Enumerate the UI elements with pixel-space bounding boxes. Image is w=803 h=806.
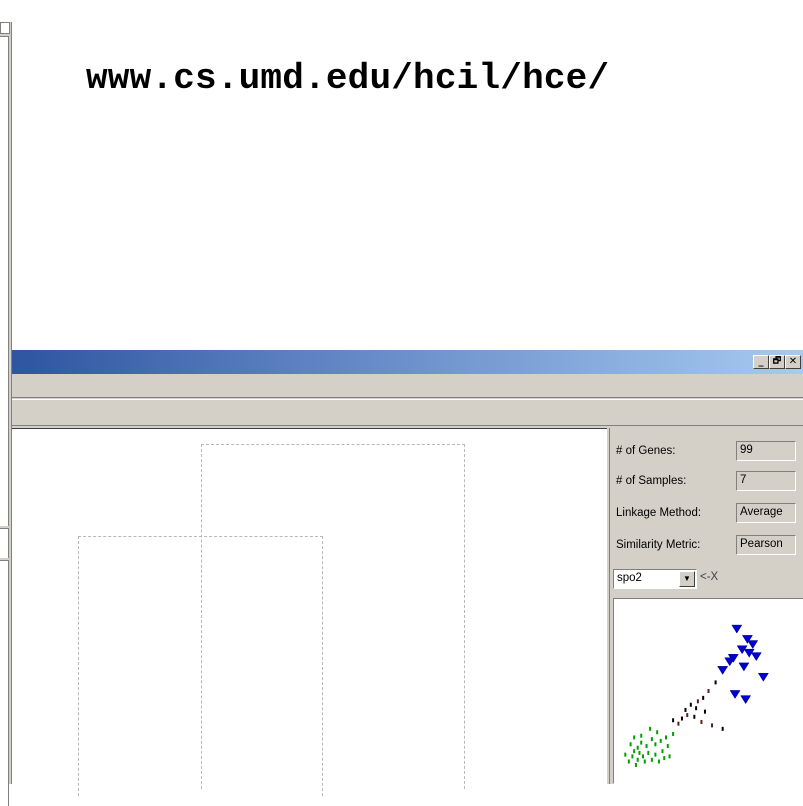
background-pane-divider [0,528,9,558]
scatter-point-green-28[interactable] [633,735,636,740]
scatter-point-dark-15[interactable] [700,719,703,724]
scatter-point-dark-3[interactable] [696,699,699,704]
scatter-point-green-27[interactable] [638,750,641,755]
series-select-value: spo2 [617,572,642,584]
samples-label: # of Samples: [616,475,687,487]
similarity-value: Pearson [736,535,796,555]
scatter-point-green-19[interactable] [629,742,632,747]
scatter-point-dark-13[interactable] [721,726,724,731]
scatter-point-green-17[interactable] [649,726,652,731]
background-pane-top [0,36,9,526]
scatter-point-blue-11[interactable] [740,695,752,705]
scatter-point-dark-1[interactable] [714,680,717,685]
scatter-point-dark-9[interactable] [677,721,680,726]
scatter-point-green-10[interactable] [636,757,639,762]
scatter-point-green-5[interactable] [645,744,648,749]
scatter-point-blue-12[interactable] [729,690,741,699]
genes-label: # of Genes: [616,445,676,457]
title-bar[interactable]: _ 🗗 ✕ [12,350,803,374]
scatter-point-blue-2[interactable] [747,640,759,650]
scatterplot[interactable] [613,598,803,784]
close-button[interactable]: ✕ [785,355,801,369]
scatter-point-green-7[interactable] [636,745,639,750]
scatter-point-dark-12[interactable] [711,723,714,728]
scatter-point-green-21[interactable] [634,762,637,767]
scatter-point-dark-4[interactable] [695,706,698,711]
scatter-point-green-8[interactable] [633,749,636,754]
scatter-point-green-3[interactable] [654,742,657,747]
scatter-point-green-29[interactable] [624,752,627,757]
menu-bar [12,374,803,398]
genes-value: 99 [736,441,796,461]
series-select[interactable]: spo2 ▼ [613,569,697,589]
hce-window: _ 🗗 ✕ # of Genes: 99 # of Samples: 7 Lin… [12,350,803,796]
scatter-point-green-2[interactable] [659,738,662,743]
background-pane-bottom [0,560,9,806]
scatter-point-blue-0[interactable] [731,624,743,634]
scatter-point-green-9[interactable] [631,754,634,759]
scatter-point-green-22[interactable] [643,759,646,764]
scatter-point-dark-6[interactable] [686,713,689,718]
minimize-button[interactable]: _ [753,355,769,369]
scatter-point-dark-5[interactable] [689,702,692,707]
scatter-point-green-25[interactable] [663,756,666,761]
scatter-point-green-0[interactable] [672,732,675,736]
chevron-down-icon[interactable]: ▼ [679,571,695,587]
window-icon [0,22,10,34]
scatterplot-svg[interactable] [614,599,803,783]
window-controls: _ 🗗 ✕ [753,355,801,369]
scatter-point-green-24[interactable] [657,759,660,764]
dendrogram-panel[interactable] [12,428,607,796]
similarity-label: Similarity Metric: [616,539,701,551]
scatter-point-green-6[interactable] [640,740,643,745]
scatter-point-dark-10[interactable] [693,714,696,719]
scatter-point-blue-8[interactable] [738,662,750,672]
scatter-point-dark-14[interactable] [672,718,675,723]
linkage-value: Average [736,503,796,523]
scatter-point-green-20[interactable] [627,759,630,764]
scatter-point-green-15[interactable] [666,744,669,749]
scatter-point-blue-10[interactable] [757,672,769,682]
background-window-edge [0,22,12,806]
url-heading: www.cs.umd.edu/hcil/hce/ [86,58,610,99]
scatter-point-green-26[interactable] [668,754,671,759]
linkage-label: Linkage Method: [616,507,702,519]
scatter-point-green-14[interactable] [661,749,664,754]
scatter-point-dark-11[interactable] [703,709,706,714]
axis-link-label[interactable]: <-X [700,571,718,583]
scatter-point-blue-5[interactable] [750,652,762,662]
scatter-point-dark-0[interactable] [707,689,710,693]
scatter-point-green-23[interactable] [650,757,653,762]
scatter-point-dark-7[interactable] [684,707,687,712]
dendrogram-cluster-inner[interactable] [78,536,323,796]
samples-value: 7 [736,471,796,491]
scatter-point-green-13[interactable] [654,752,657,757]
restore-button[interactable]: 🗗 [769,355,785,369]
scatter-point-dark-2[interactable] [702,695,705,700]
scatter-point-dark-8[interactable] [680,716,683,721]
scatter-point-green-4[interactable] [650,737,653,742]
scatter-point-green-11[interactable] [642,754,645,759]
scatter-point-green-12[interactable] [647,750,650,755]
scatter-point-blue-9[interactable] [717,666,729,675]
scatter-point-green-16[interactable] [656,730,659,735]
info-panel: # of Genes: 99 # of Samples: 7 Linkage M… [609,428,803,784]
scatter-point-green-1[interactable] [665,735,668,740]
scatter-point-green-18[interactable] [640,733,643,738]
toolbar [12,399,803,426]
